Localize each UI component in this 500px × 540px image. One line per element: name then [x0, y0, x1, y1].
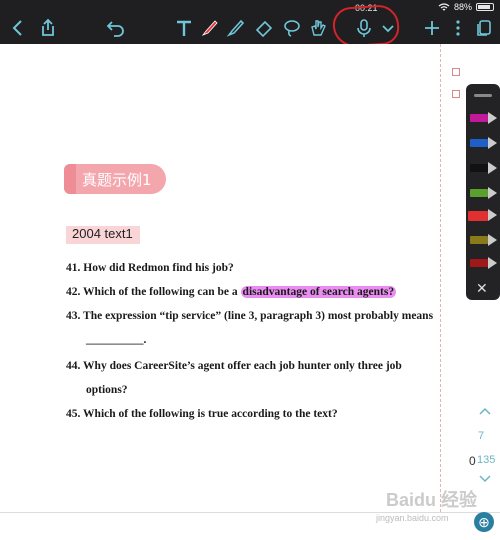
back-button[interactable] — [6, 16, 30, 40]
watermark-logo: Baidu 经验 — [386, 490, 478, 510]
top-toolbar: 00:21 88% — [0, 0, 500, 49]
question-43: 43. The expression “tip service” (line 3… — [66, 310, 434, 322]
chevron-down-icon[interactable] — [478, 474, 492, 484]
pen-black[interactable] — [470, 162, 498, 174]
hand-tool-button[interactable] — [306, 16, 330, 40]
back-icon — [12, 20, 22, 36]
highlighter-button[interactable] — [224, 16, 248, 40]
total-pages: 135 — [477, 454, 496, 466]
status-indicators: 88% — [438, 2, 494, 12]
subtitle: 2004 text1 — [72, 226, 133, 241]
palette-drag-handle[interactable] — [474, 94, 492, 97]
highlighted-text: disadvantage of search agents? — [240, 286, 397, 298]
pen-magenta[interactable] — [470, 112, 498, 124]
margin-line — [440, 44, 441, 512]
lasso-icon — [284, 20, 300, 37]
share-icon — [42, 18, 54, 36]
battery-icon — [476, 3, 494, 11]
text-tool-icon — [177, 20, 191, 36]
section-heading: 真题示例1 — [82, 171, 152, 189]
pen-olive[interactable] — [470, 234, 498, 246]
question-43-blank: __________. — [86, 334, 147, 346]
pen-icon — [201, 20, 218, 36]
pen-green[interactable] — [470, 187, 498, 199]
pen-button[interactable] — [198, 16, 222, 40]
close-icon[interactable]: ✕ — [476, 280, 488, 297]
question-41: 41. How did Redmon find his job? — [66, 262, 234, 274]
question-44: 44. Why does CareerSite’s agent offer ea… — [66, 360, 402, 372]
add-button[interactable] — [420, 16, 444, 40]
pen-red[interactable] — [468, 209, 497, 221]
add-icon — [425, 21, 439, 35]
current-page: 7 — [478, 430, 485, 442]
document-page[interactable] — [0, 44, 500, 512]
pen-darkred[interactable] — [470, 257, 498, 269]
more-icon — [456, 20, 460, 36]
battery-percent: 88% — [453, 2, 472, 12]
eraser-button[interactable] — [252, 16, 276, 40]
annotation-circle — [331, 3, 401, 49]
zoom-button[interactable]: ⊕ — [474, 512, 494, 532]
question-44-cont: options? — [86, 384, 128, 396]
pen-blue[interactable] — [470, 137, 498, 149]
lasso-button[interactable] — [280, 16, 304, 40]
undo-button[interactable] — [104, 16, 128, 40]
undo-icon — [106, 21, 124, 37]
margin-mark — [452, 68, 460, 76]
pages-button[interactable] — [472, 16, 496, 40]
zoom-icon: ⊕ — [478, 514, 490, 530]
text-tool-button[interactable] — [172, 16, 196, 40]
question-42: 42. Which of the following can be a disa… — [66, 286, 397, 298]
question-45: 45. Which of the following is true accor… — [66, 408, 338, 420]
margin-mark — [452, 90, 460, 98]
pen-palette: ✕ — [466, 84, 500, 300]
page-zero: 0 — [469, 454, 476, 468]
more-button[interactable] — [446, 16, 470, 40]
wifi-icon — [438, 2, 450, 10]
eraser-icon — [255, 20, 273, 38]
highlighter-icon — [226, 19, 245, 37]
chevron-up-icon[interactable] — [478, 406, 492, 416]
hand-icon — [311, 20, 326, 36]
pages-icon — [477, 20, 491, 36]
watermark-url: jingyan.baidu.com — [376, 513, 449, 523]
share-button[interactable] — [36, 16, 60, 40]
